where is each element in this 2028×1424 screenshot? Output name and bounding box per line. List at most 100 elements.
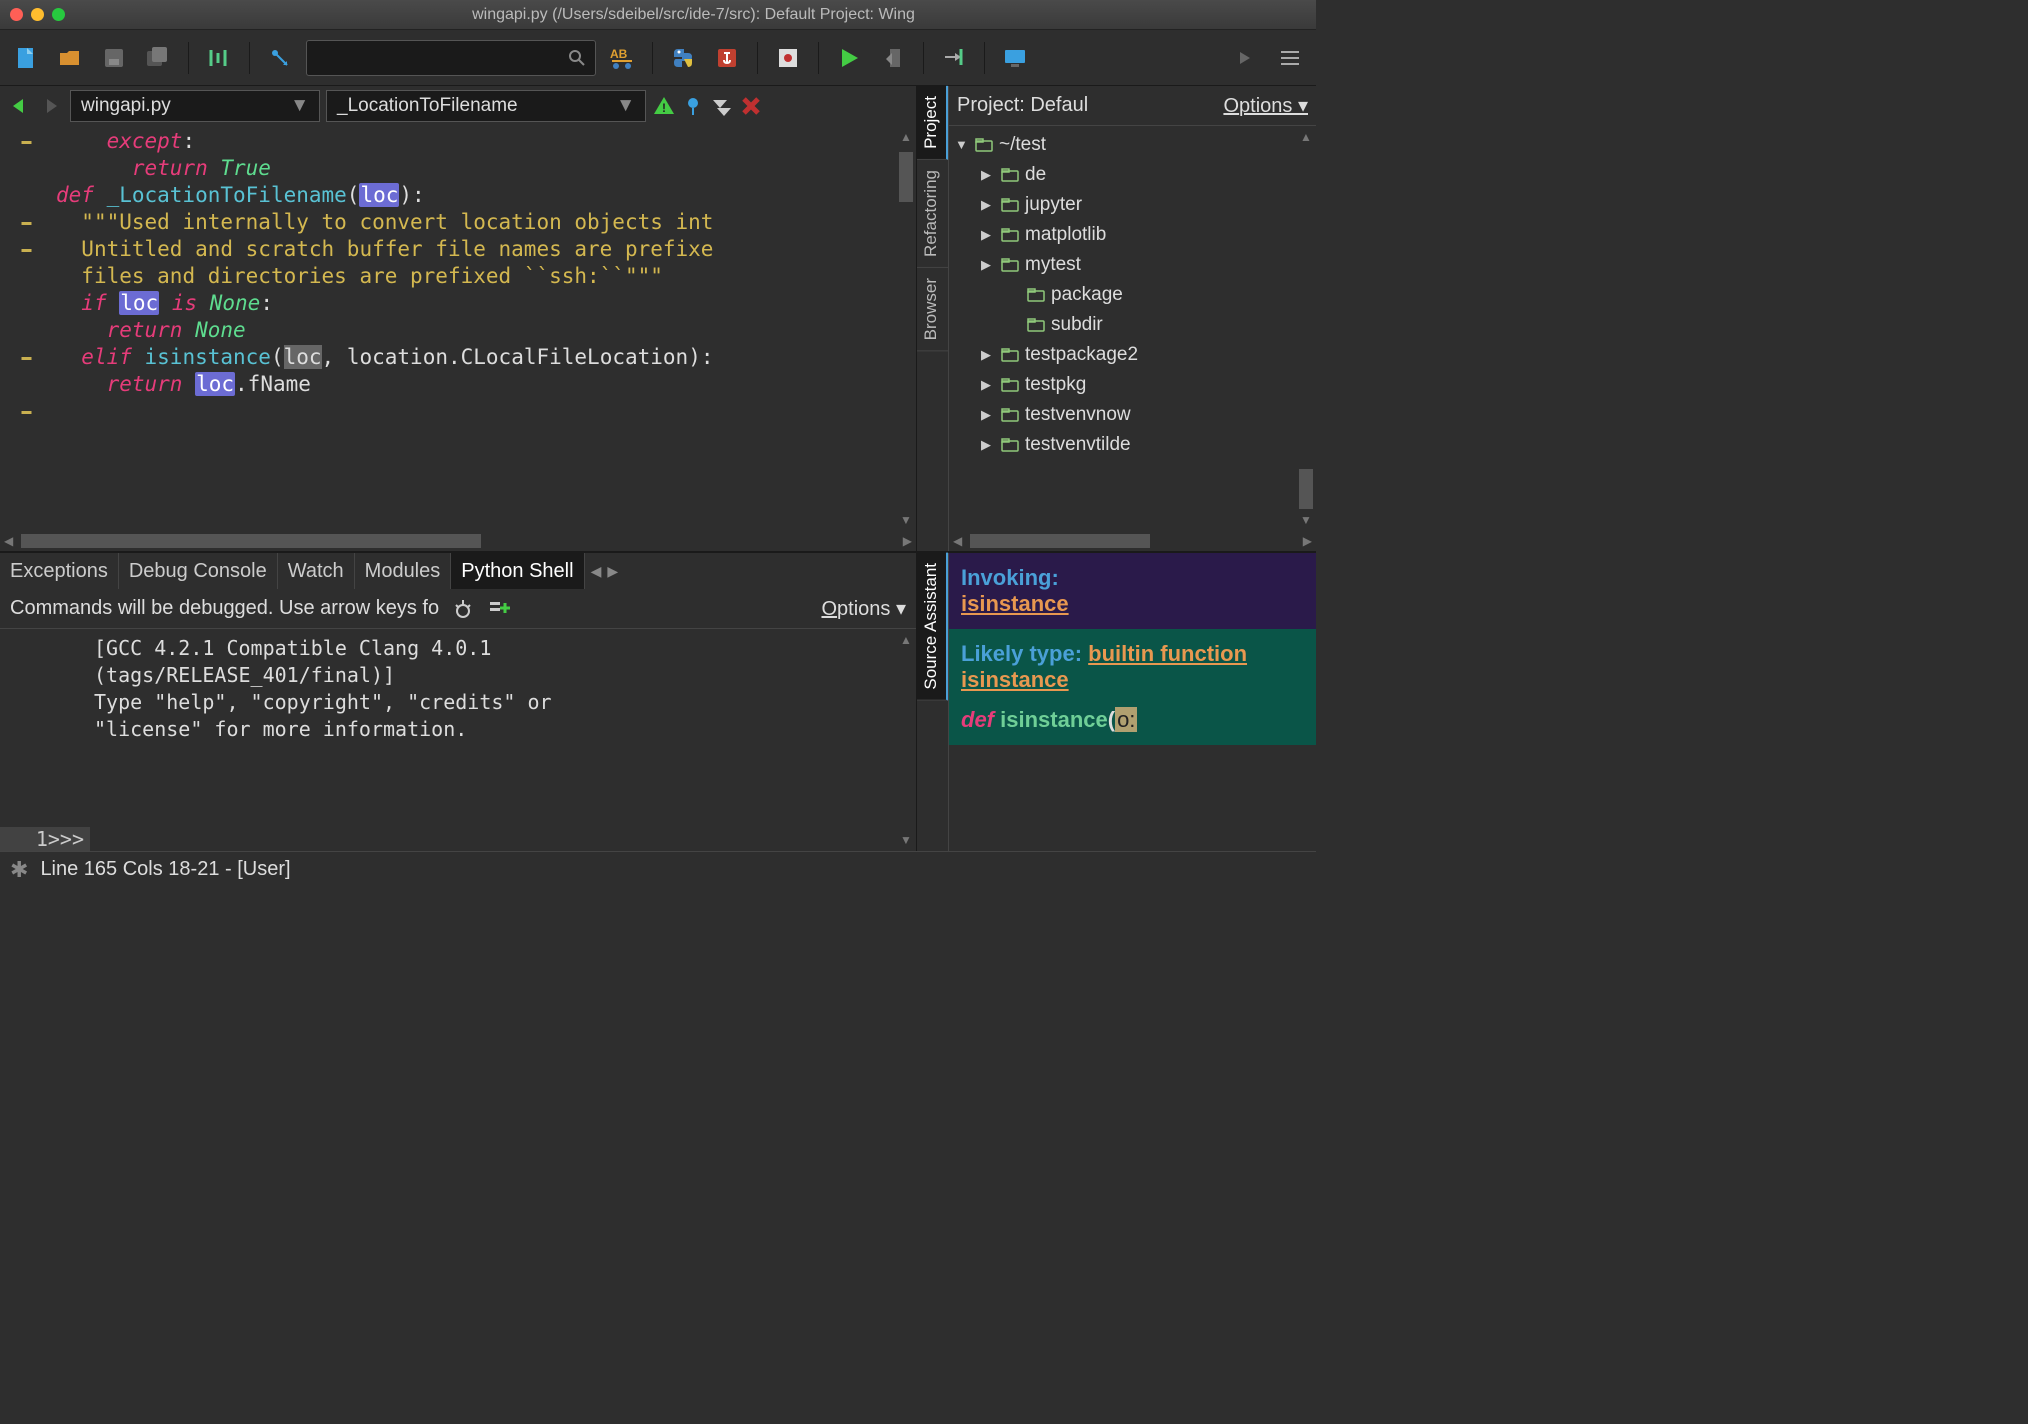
tree-item[interactable]: ▶de [949,160,1296,190]
folder-icon [1001,408,1019,422]
tree-item[interactable]: ▼~/test [949,130,1296,160]
tree-item-label: jupyter [1025,190,1082,220]
minimize-window-button[interactable] [31,8,44,21]
vertical-scrollbar[interactable]: ▲▼ [896,629,916,851]
bottom-tab-exceptions[interactable]: Exceptions [0,553,119,589]
tab-scroll-right[interactable]: ▶ [607,563,618,580]
folder-icon [1001,438,1019,452]
tree-item[interactable]: ▶testvenvtilde [949,430,1296,460]
tree-item-label: de [1025,160,1046,190]
vertical-scrollbar[interactable]: ▲ ▼ [896,126,916,531]
editor-panel: wingapi.py ▼ _LocationToFilename ▼ ! ▬▬▬… [0,86,916,551]
folder-icon [1001,198,1019,212]
save-all-button[interactable] [140,40,176,76]
scroll-down-icon[interactable]: ▼ [900,509,912,531]
folder-icon [1027,288,1045,302]
source-assistant-tab[interactable]: Source Assistant [917,553,948,701]
tree-item[interactable]: ▶jupyter [949,190,1296,220]
save-button[interactable] [96,40,132,76]
window-title: wingapi.py (/Users/sdeibel/src/ide-7/src… [81,6,1306,24]
goto-button[interactable] [262,40,298,76]
new-file-button[interactable] [8,40,44,76]
vertical-scrollbar[interactable]: ▲ ▼ [1296,126,1316,531]
tab-scroll-left[interactable]: ◀ [591,563,602,580]
invoking-label: Invoking: [961,565,1059,590]
side-tab-browser[interactable]: Browser [917,268,948,351]
bottom-tab-python-shell[interactable]: Python Shell [451,553,584,589]
shell-input[interactable] [90,827,896,851]
scroll-left-icon[interactable]: ◀ [0,534,17,548]
tree-item[interactable]: ▶testpkg [949,370,1296,400]
shell-gutter [0,629,90,827]
scrollbar-thumb[interactable] [1299,469,1313,509]
indent-button[interactable] [201,40,237,76]
shell-options-button[interactable]: Options ▾ [821,596,906,621]
debug-icon[interactable] [451,597,475,621]
scrollbar-thumb[interactable] [899,152,913,202]
tree-item[interactable]: ▶mytest [949,250,1296,280]
file-selector[interactable]: wingapi.py ▼ [70,90,320,122]
add-icon[interactable] [487,597,511,621]
run-button[interactable] [831,40,867,76]
step-into-button[interactable] [936,40,972,76]
python-button[interactable] [665,40,701,76]
step-over-button[interactable] [875,40,911,76]
editor-gutter[interactable]: ▬▬▬▬▬ [0,126,54,531]
tree-item[interactable]: package [949,280,1296,310]
shell-output[interactable]: [GCC 4.2.1 Compatible Clang 4.0.1 (tags/… [90,629,896,827]
project-panel: Project: Defaul Options ▾ ▼~/test▶de▶jup… [949,86,1316,551]
bottom-tab-watch[interactable]: Watch [278,553,355,589]
nav-forward-button[interactable] [38,93,64,119]
nav-back-button[interactable] [6,93,32,119]
bottom-right-side-tabs: Source Assistant [917,553,949,851]
collapse-icon[interactable] [710,96,734,116]
tree-item[interactable]: ▶matplotlib [949,220,1296,250]
sig-def: def [961,707,994,732]
tree-item-label: package [1051,280,1123,310]
scroll-right-icon[interactable]: ▶ [899,534,916,548]
diff-button[interactable]: AB [604,40,640,76]
editor-tab-bar: wingapi.py ▼ _LocationToFilename ▼ ! [0,86,916,126]
sig-fn: isinstance [1000,707,1108,732]
chevron-down-icon: ▼ [616,95,635,117]
invoking-link[interactable]: isinstance [961,591,1069,616]
more-button[interactable] [1228,40,1264,76]
tree-item[interactable]: subdir [949,310,1296,340]
scrollbar-thumb[interactable] [21,534,481,548]
project-tree[interactable]: ▼~/test▶de▶jupyter▶matplotlib▶mytestpack… [949,126,1296,531]
bottom-tab-debug-console[interactable]: Debug Console [119,553,278,589]
maximize-window-button[interactable] [52,8,65,21]
tree-item-label: ~/test [999,130,1046,160]
window-controls [10,8,65,21]
symbol-selector-label: _LocationToFilename [337,95,518,117]
main-toolbar: AB [0,30,1316,86]
tree-item[interactable]: ▶testvenvnow [949,400,1296,430]
open-file-button[interactable] [52,40,88,76]
folder-icon [1001,168,1019,182]
side-tab-refactoring[interactable]: Refactoring [917,160,948,268]
side-tab-project[interactable]: Project [917,86,948,160]
shell-hint: Commands will be debugged. Use arrow key… [10,597,439,620]
horizontal-scrollbar[interactable]: ◀ ▶ [0,531,916,551]
horizontal-scrollbar[interactable]: ◀▶ [949,531,1316,551]
close-window-button[interactable] [10,8,23,21]
search-input[interactable] [306,40,596,76]
tree-item-label: testpkg [1025,370,1086,400]
scroll-down-icon[interactable]: ▼ [1300,509,1312,531]
bottom-tab-modules[interactable]: Modules [355,553,452,589]
close-icon[interactable] [740,95,762,117]
warning-icon[interactable]: ! [652,94,676,118]
breakpoint-button[interactable] [770,40,806,76]
pin-icon[interactable] [682,95,704,117]
scroll-up-icon[interactable]: ▲ [900,126,912,148]
folder-icon [975,138,993,152]
symbol-selector[interactable]: _LocationToFilename ▼ [326,90,646,122]
tools-button[interactable] [709,40,745,76]
monitor-button[interactable] [997,40,1033,76]
bug-icon[interactable]: ✱ [10,857,28,883]
tree-item[interactable]: ▶testpackage2 [949,340,1296,370]
menu-button[interactable] [1272,40,1308,76]
project-options-button[interactable]: Options ▾ [1223,93,1308,118]
scroll-up-icon[interactable]: ▲ [1300,126,1312,148]
code-editor[interactable]: except: return Truedef _LocationToFilena… [54,126,896,531]
